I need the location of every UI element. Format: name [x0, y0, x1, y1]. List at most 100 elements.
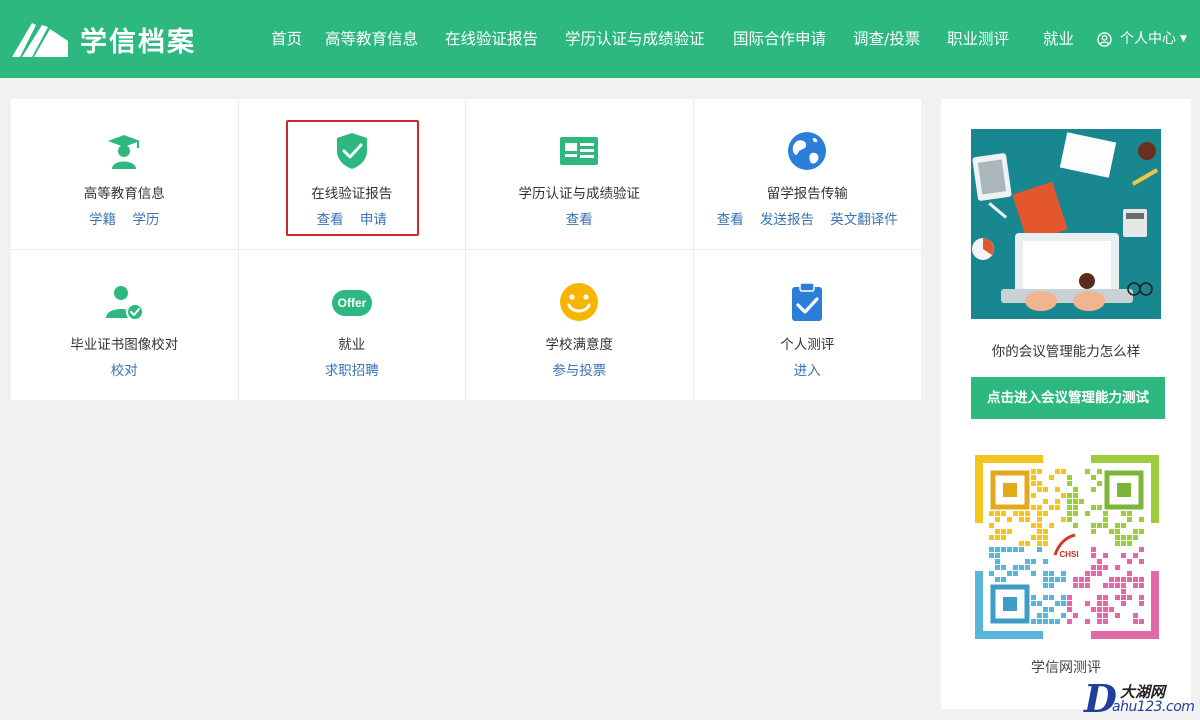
- qr-module: [1067, 601, 1072, 606]
- qr-module: [1013, 565, 1018, 570]
- qr-module: [1121, 511, 1126, 516]
- globe-icon: [788, 132, 827, 170]
- meeting-test-button[interactable]: 点击进入会议管理能力测试: [971, 377, 1165, 419]
- chevron-down-icon: ▼: [1180, 34, 1187, 44]
- service-title: 个人测评: [780, 336, 835, 353]
- qr-module: [1049, 607, 1054, 612]
- qr-module: [1079, 583, 1084, 588]
- qr-module: [1001, 511, 1006, 516]
- services-panel: 高等教育信息 学籍 学历 在线验证报告 查看 申请 学历认证与成绩验证 查看 留…: [11, 99, 921, 400]
- qr-module: [1139, 601, 1144, 606]
- nav-international-cooperation[interactable]: 国际合作申请: [733, 29, 826, 49]
- qr-module: [1037, 517, 1042, 522]
- qr-module: [1043, 535, 1048, 540]
- qr-module: [1043, 511, 1048, 516]
- nav-degree-certification[interactable]: 学历认证与成绩验证: [565, 29, 705, 49]
- qr-module: [1001, 529, 1006, 534]
- top-header: 学信档案 首页 高等教育信息 在线验证报告 学历认证与成绩验证 国际合作申请 调…: [0, 0, 1200, 78]
- logo[interactable]: 学信档案: [10, 18, 196, 60]
- nav-home[interactable]: 首页: [271, 29, 302, 49]
- qr-module: [1037, 523, 1042, 528]
- qr-module: [1133, 553, 1138, 558]
- qr-module: [1061, 517, 1066, 522]
- qr-module: [1121, 577, 1126, 582]
- qr-module: [1007, 571, 1012, 576]
- link-vote[interactable]: 参与投票: [552, 363, 606, 379]
- qr-module: [1085, 583, 1090, 588]
- link-proofread[interactable]: 校对: [111, 363, 138, 379]
- nav-higher-education[interactable]: 高等教育信息: [325, 29, 418, 49]
- qr-module: [1043, 613, 1048, 618]
- qr-module: [1139, 577, 1144, 582]
- qr-module: [1115, 583, 1120, 588]
- qr-module: [1043, 607, 1048, 612]
- qr-module: [1061, 469, 1066, 474]
- qr-module: [1079, 577, 1084, 582]
- qr-module: [1073, 505, 1078, 510]
- qr-module: [1001, 535, 1006, 540]
- qr-module: [1067, 511, 1072, 516]
- qr-module: [1133, 577, 1138, 582]
- qr-module: [1049, 523, 1054, 528]
- link-send-report[interactable]: 发送报告: [760, 212, 814, 228]
- qr-module: [1103, 583, 1108, 588]
- qr-module: [1025, 559, 1030, 564]
- nav-survey-vote[interactable]: 调查/投票: [853, 29, 920, 49]
- qr-module: [1121, 601, 1126, 606]
- qr-module: [1043, 571, 1048, 576]
- qr-module: [1019, 511, 1024, 516]
- qr-module: [1091, 505, 1096, 510]
- qr-module: [1061, 571, 1066, 576]
- qr-module: [1097, 559, 1102, 564]
- qr-module: [1037, 469, 1042, 474]
- qr-module: [1001, 547, 1006, 552]
- qr-module: [1103, 619, 1108, 624]
- qr-module: [989, 535, 994, 540]
- qr-module: [1019, 565, 1024, 570]
- qr-module: [1043, 595, 1048, 600]
- link-degree[interactable]: 学历: [132, 212, 159, 228]
- service-online-verification: 在线验证报告 查看 申请: [238, 99, 466, 250]
- qr-module: [989, 523, 994, 528]
- qr-module: [1097, 469, 1102, 474]
- qr-module: [1055, 499, 1060, 504]
- link-apply-report[interactable]: 申请: [360, 212, 387, 228]
- offer-icon: Offer: [331, 289, 372, 316]
- qr-module: [1043, 619, 1048, 624]
- service-title: 在线验证报告: [311, 186, 393, 202]
- qr-module: [1037, 511, 1042, 516]
- qr-module: [1037, 487, 1042, 492]
- qr-module: [1103, 607, 1108, 612]
- link-view-report[interactable]: 查看: [317, 212, 344, 228]
- qr-module: [995, 517, 1000, 522]
- qr-module: [1109, 583, 1114, 588]
- qr-module: [1109, 607, 1114, 612]
- qr-module: [1043, 529, 1048, 534]
- qr-module: [1049, 595, 1054, 600]
- qr-center-label: CHSI: [1059, 550, 1078, 559]
- watermark-logo: D 大湖网 ahu123.com: [1084, 680, 1200, 720]
- qr-module: [1133, 613, 1138, 618]
- nav-employment[interactable]: 就业: [1043, 29, 1074, 49]
- link-student-status[interactable]: 学籍: [89, 212, 116, 228]
- nav-career-assessment[interactable]: 职业测评: [947, 29, 1009, 49]
- qr-module: [1019, 541, 1024, 546]
- qr-module: [1067, 475, 1072, 480]
- qr-code[interactable]: CHSI: [971, 451, 1163, 643]
- qr-module: [1097, 619, 1102, 624]
- link-job-search[interactable]: 求职招聘: [325, 363, 379, 379]
- ad-illustration[interactable]: [971, 129, 1161, 319]
- qr-module: [1067, 493, 1072, 498]
- qr-module: [1043, 487, 1048, 492]
- qr-module: [1043, 499, 1048, 504]
- link-view-transfer[interactable]: 查看: [717, 212, 744, 228]
- link-english-translation[interactable]: 英文翻译件: [830, 212, 898, 228]
- nav-online-verification[interactable]: 在线验证报告: [445, 29, 538, 49]
- qr-module: [1103, 595, 1108, 600]
- link-enter-assessment[interactable]: 进入: [794, 363, 821, 379]
- qr-module: [1139, 529, 1144, 534]
- user-menu[interactable]: 个人中心 ▼: [1097, 29, 1187, 49]
- qr-module: [1031, 469, 1036, 474]
- link-view-certification[interactable]: 查看: [566, 212, 593, 228]
- qr-module: [1037, 547, 1042, 552]
